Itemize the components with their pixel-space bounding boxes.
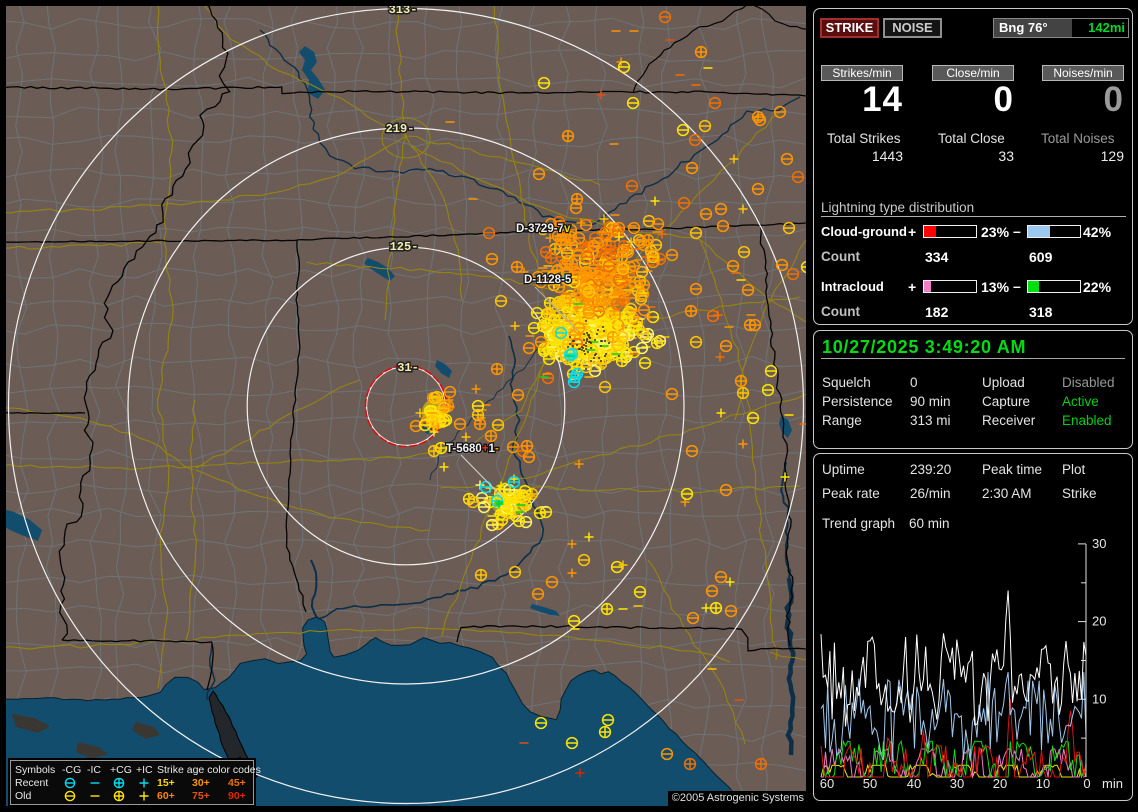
svg-text:30: 30 xyxy=(1092,536,1106,551)
svg-text:D-3729-7v: D-3729-7v xyxy=(516,223,571,235)
svg-text:D-1128-5: D-1128-5 xyxy=(524,274,572,286)
svg-text:50: 50 xyxy=(863,776,877,791)
svg-text:T-5680+1-: T-5680+1- xyxy=(446,443,499,455)
svg-text:min: min xyxy=(1102,776,1123,791)
svg-text:10: 10 xyxy=(1036,776,1050,791)
svg-text:60: 60 xyxy=(820,776,834,791)
svg-text:30: 30 xyxy=(950,776,964,791)
svg-text:0: 0 xyxy=(1083,776,1090,791)
svg-text:125-: 125- xyxy=(390,240,419,254)
svg-text:40: 40 xyxy=(907,776,921,791)
svg-text:10: 10 xyxy=(1092,691,1106,706)
svg-text:20: 20 xyxy=(993,776,1007,791)
svg-text:313-: 313- xyxy=(389,6,418,17)
svg-text:219-: 219- xyxy=(386,122,415,136)
svg-text:20: 20 xyxy=(1092,614,1106,629)
svg-text:31-: 31- xyxy=(397,361,419,375)
